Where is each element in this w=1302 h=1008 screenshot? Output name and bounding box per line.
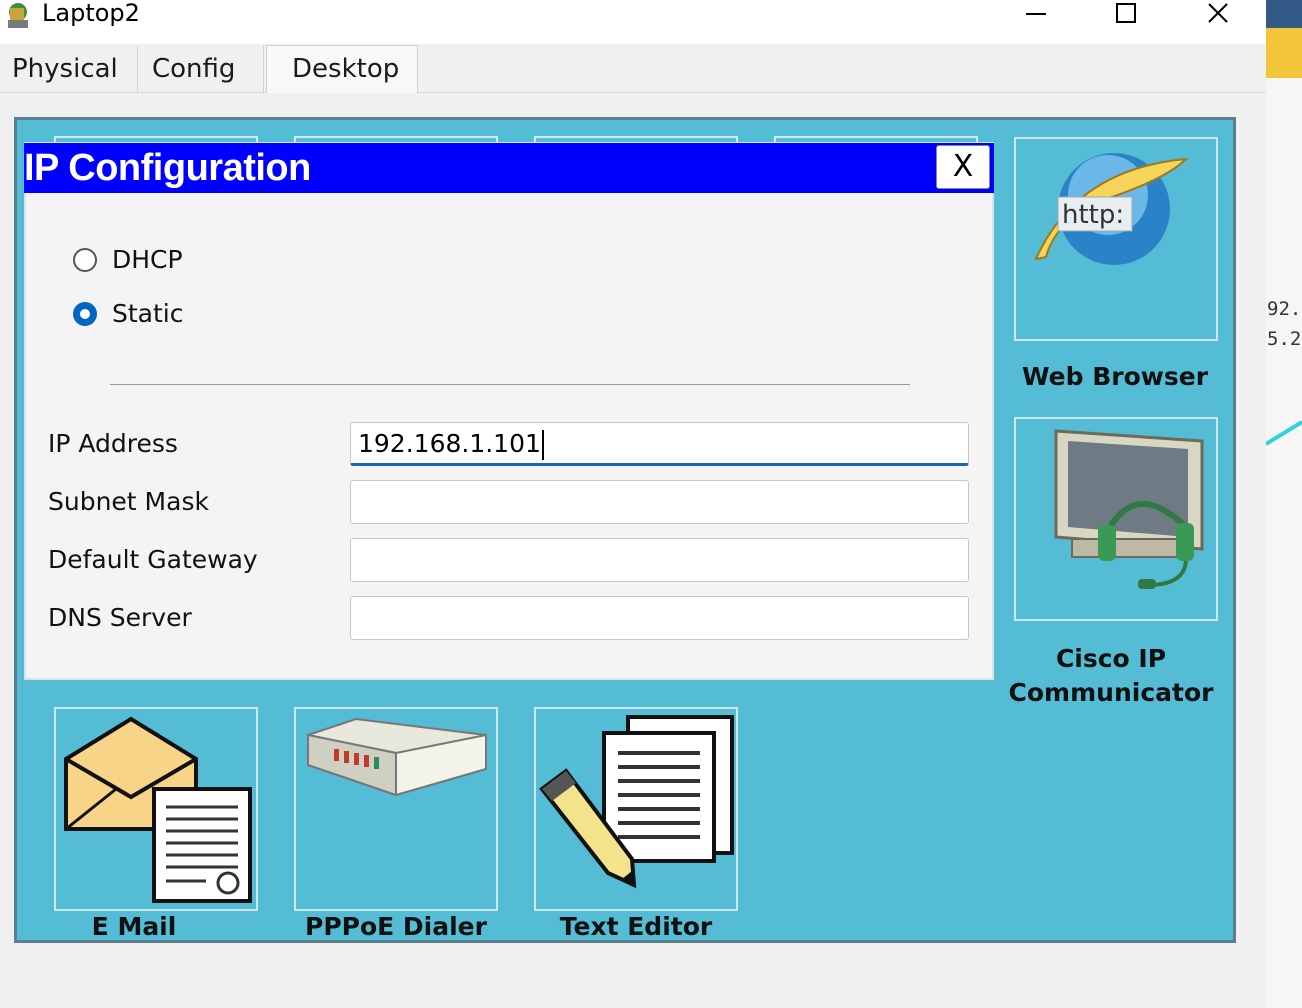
- tab-config[interactable]: Config: [140, 46, 264, 92]
- web-browser-icon-text: http:: [1062, 200, 1124, 230]
- text-editor-label[interactable]: Text Editor: [534, 912, 738, 941]
- ip-address-value: 192.168.1.101: [358, 429, 541, 458]
- pppoe-dialer-label[interactable]: PPPoE Dialer: [294, 912, 498, 941]
- background-app-toolbar: [1266, 28, 1302, 78]
- tab-physical[interactable]: Physical: [0, 46, 138, 92]
- maximize-button[interactable]: [1096, 0, 1156, 28]
- subnet-mask-label: Subnet Mask: [48, 487, 209, 516]
- default-gateway-label: Default Gateway: [48, 545, 258, 574]
- window-title: Laptop2: [42, 0, 140, 27]
- web-browser-label[interactable]: Web Browser: [1004, 362, 1226, 391]
- ip-address-label: IP Address: [48, 429, 178, 458]
- ip-communicator-tile[interactable]: [1014, 417, 1218, 621]
- text-editor-tile[interactable]: [534, 707, 738, 911]
- dns-server-input[interactable]: [350, 596, 969, 640]
- web-browser-icon: http:: [1034, 153, 1189, 265]
- dns-server-label: DNS Server: [48, 603, 192, 632]
- maximize-icon: [1116, 3, 1136, 23]
- background-app-text: 92.: [1267, 298, 1302, 320]
- pppoe-dialer-icon: [307, 717, 487, 797]
- ip-configuration-title: IP Configuration: [24, 147, 311, 189]
- web-browser-tile[interactable]: http:: [1014, 137, 1218, 341]
- close-window-button[interactable]: [1188, 0, 1248, 28]
- email-tile[interactable]: [54, 707, 258, 911]
- ip-address-input[interactable]: 192.168.1.101: [350, 422, 969, 466]
- tab-desktop[interactable]: Desktop: [266, 45, 418, 93]
- static-label[interactable]: Static: [112, 299, 183, 328]
- window-titlebar[interactable]: [0, 0, 1266, 44]
- section-divider: [110, 384, 910, 385]
- background-app-window: [1266, 0, 1302, 1008]
- minimize-icon: [1026, 13, 1046, 15]
- close-icon: [1208, 3, 1228, 23]
- background-app-titlebar: [1266, 0, 1302, 28]
- ip-configuration-close-button[interactable]: X: [936, 145, 990, 189]
- ip-communicator-label-line2[interactable]: Communicator: [1000, 678, 1222, 707]
- dhcp-label[interactable]: DHCP: [112, 245, 183, 274]
- ip-communicator-label-line1[interactable]: Cisco IP: [1000, 644, 1222, 673]
- ip-communicator-icon: [1054, 429, 1204, 589]
- static-radio[interactable]: [73, 302, 97, 326]
- minimize-button[interactable]: [1006, 0, 1066, 28]
- text-caret: [541, 430, 544, 460]
- dhcp-radio[interactable]: [73, 248, 97, 272]
- email-label[interactable]: E Mail: [54, 912, 214, 941]
- network-link-line: [1266, 420, 1302, 446]
- background-app-text: 5.2: [1267, 328, 1302, 350]
- pppoe-dialer-tile[interactable]: [294, 707, 498, 911]
- subnet-mask-input[interactable]: [350, 480, 969, 524]
- email-icon: [64, 716, 252, 903]
- laptop-app-icon: [4, 2, 36, 32]
- default-gateway-input[interactable]: [350, 538, 969, 582]
- text-editor-icon: [539, 715, 734, 889]
